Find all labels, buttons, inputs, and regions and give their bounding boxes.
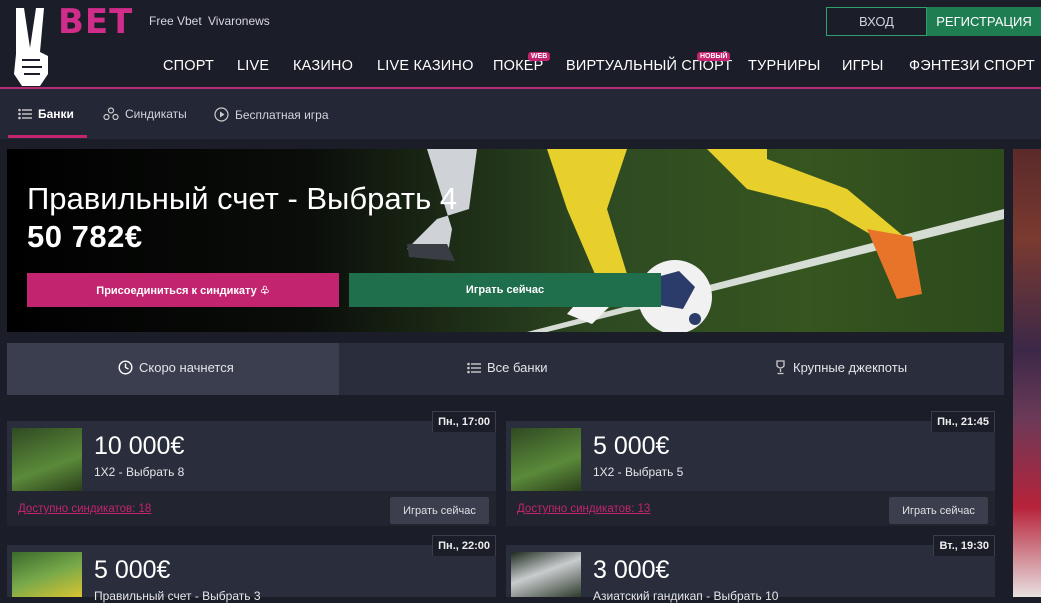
card-amount: 5 000€ <box>593 432 670 460</box>
subnav-banks-label: Банки <box>38 107 74 121</box>
tab-all-banks-label: Все банки <box>487 360 548 375</box>
subnav-syndicates[interactable]: Синдикаты <box>103 107 187 121</box>
play-circle-icon <box>214 107 229 122</box>
join-syndicate-button[interactable]: Присоединиться к синдикату ♧ <box>27 273 339 307</box>
list-icon <box>18 108 32 120</box>
virtual-new-badge: НОВЫЙ <box>697 52 731 61</box>
card-time: Пн., 17:00 <box>432 411 496 432</box>
link-vivaronews[interactable]: Vivaronews <box>208 14 270 28</box>
nav-live[interactable]: LIVE <box>237 58 269 74</box>
subnav-active-indicator <box>8 135 87 138</box>
tab-all-banks[interactable]: Все банки <box>467 360 548 375</box>
login-button[interactable]: ВХОД <box>826 7 927 36</box>
tab-big-jackpots[interactable]: Крупные джекпоты <box>774 360 907 375</box>
tab-starting-soon[interactable]: Скоро начнется <box>118 360 234 375</box>
hero-banner[interactable]: Правильный счет - Выбрать 4 50 782€ Прис… <box>7 149 1004 332</box>
nav-games[interactable]: ИГРЫ <box>842 58 884 74</box>
card-play-now-button[interactable]: Играть сейчас <box>390 497 489 524</box>
card-amount: 3 000€ <box>593 556 670 584</box>
pool-card[interactable]: Пн., 21:45 5 000€ 1X2 - Выбрать 5 Доступ… <box>506 411 995 526</box>
list-icon <box>467 362 481 373</box>
banner-jackpot-amount: 50 782€ <box>27 219 143 254</box>
card-thumbnail <box>12 428 82 491</box>
logo-text: BET <box>58 2 134 42</box>
trophy-icon <box>776 360 785 375</box>
poker-web-badge: WEB <box>528 52 551 61</box>
link-free-vbet[interactable]: Free Vbet <box>149 14 202 28</box>
card-game-type: Правильный счет - Выбрать 3 <box>94 589 261 603</box>
card-syndicates-link[interactable]: Доступно синдикатов: 13 <box>517 503 650 515</box>
clock-icon <box>118 360 133 375</box>
card-play-now-button[interactable]: Играть сейчас <box>889 497 988 524</box>
card-thumbnail <box>511 428 581 491</box>
card-game-type: 1X2 - Выбрать 5 <box>593 465 684 479</box>
card-game-type: Азиатский гандикап - Выбрать 10 <box>593 589 779 603</box>
subnav-free-game-label: Бесплатная игра <box>235 107 329 122</box>
peace-hand-icon <box>14 8 48 86</box>
nav-tournaments[interactable]: ТУРНИРЫ <box>748 58 821 74</box>
subnav-syndicates-label: Синдикаты <box>125 107 187 121</box>
card-thumbnail <box>12 552 82 597</box>
subnav-banks[interactable]: Банки <box>18 107 74 121</box>
side-promo-image[interactable] <box>1013 149 1041 597</box>
register-button[interactable]: РЕГИСТРАЦИЯ <box>927 7 1041 36</box>
card-game-type: 1X2 - Выбрать 8 <box>94 465 185 479</box>
banner-title: Правильный счет - Выбрать 4 <box>27 181 458 216</box>
card-thumbnail <box>511 552 581 597</box>
tab-starting-soon-label: Скоро начнется <box>139 360 234 375</box>
nav-live-casino[interactable]: LIVE КАЗИНО <box>377 58 474 74</box>
pool-card[interactable]: Пн., 17:00 10 000€ 1X2 - Выбрать 8 Досту… <box>7 411 496 526</box>
nav-casino[interactable]: КАЗИНО <box>293 58 353 74</box>
card-time: Вт., 19:30 <box>933 535 995 556</box>
card-amount: 5 000€ <box>94 556 171 584</box>
syndicate-icon <box>103 107 119 121</box>
nav-sport[interactable]: СПОРТ <box>163 58 214 74</box>
banner-play-now-button[interactable]: Играть сейчас <box>349 273 661 307</box>
pool-card[interactable]: Вт., 19:30 3 000€ Азиатский гандикап - В… <box>506 535 995 603</box>
card-amount: 10 000€ <box>94 432 185 460</box>
card-syndicates-link[interactable]: Доступно синдикатов: 18 <box>18 503 151 515</box>
card-time: Пн., 22:00 <box>432 535 496 556</box>
subnav-free-game[interactable]: Бесплатная игра <box>214 107 329 122</box>
nav-fantasy-sport[interactable]: ФЭНТЕЗИ СПОРТ <box>909 58 1035 74</box>
pool-card[interactable]: Пн., 22:00 5 000€ Правильный счет - Выбр… <box>7 535 496 603</box>
card-time: Пн., 21:45 <box>931 411 995 432</box>
tab-big-jackpots-label: Крупные джекпоты <box>793 360 908 375</box>
